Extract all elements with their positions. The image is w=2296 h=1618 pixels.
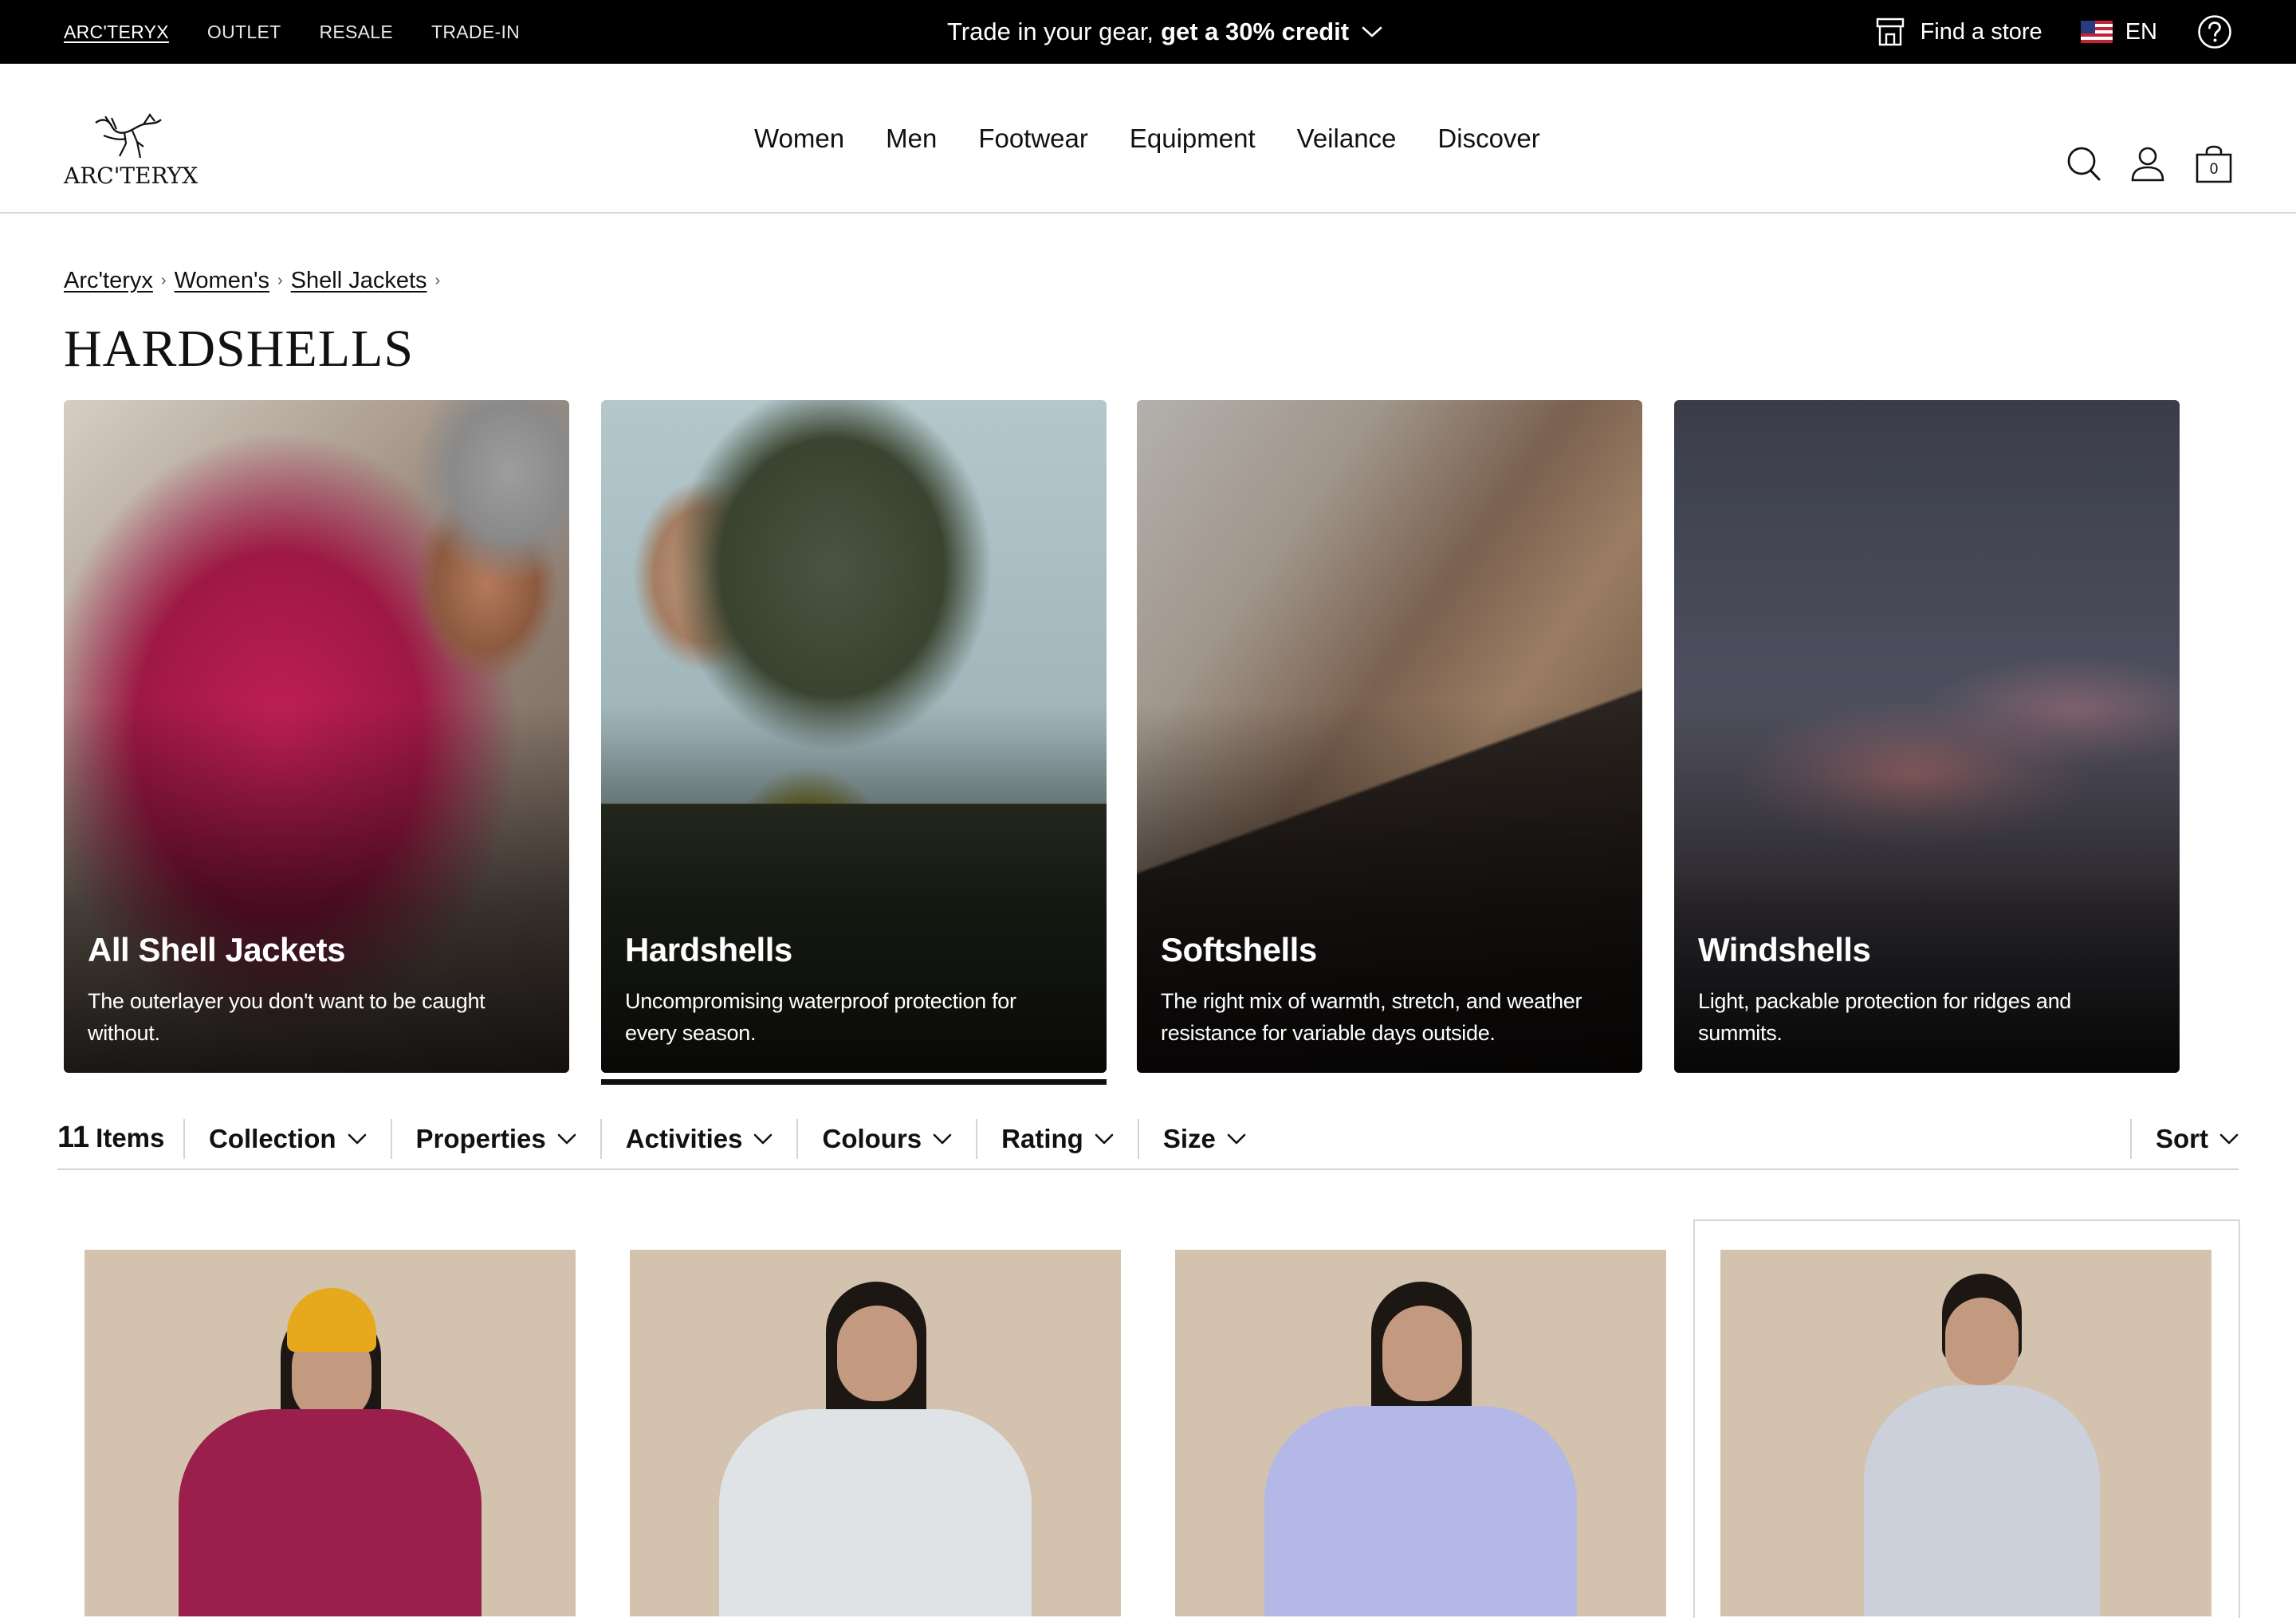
breadcrumb-shell-jackets[interactable]: Shell Jackets xyxy=(291,268,427,294)
nav-equipment[interactable]: Equipment xyxy=(1130,124,1256,154)
category-card-windshells[interactable]: Windshells Light, packable protection fo… xyxy=(1674,400,2180,1073)
page-title: HARDSHELLS xyxy=(64,320,415,378)
breadcrumb-womens[interactable]: Women's xyxy=(175,268,269,294)
find-store-label: Find a store xyxy=(1920,18,2042,45)
brand-link-resale[interactable]: RESALE xyxy=(319,22,393,43)
category-title: All Shell Jackets xyxy=(88,931,346,968)
category-title: Windshells xyxy=(1698,931,1871,968)
product-card[interactable] xyxy=(1720,1250,2211,1616)
brand-link-trade-in[interactable]: TRADE-IN xyxy=(431,22,520,43)
chevron-down-icon xyxy=(2219,1133,2239,1145)
product-hat-image xyxy=(287,1288,376,1352)
sort-button[interactable]: Sort xyxy=(2130,1119,2239,1159)
filter-label: Collection xyxy=(209,1124,336,1153)
category-description: The right mix of warmth, stretch, and we… xyxy=(1161,989,1582,1045)
utility-right: Find a store EN xyxy=(1874,0,2296,64)
item-count: 11 Items xyxy=(57,1121,164,1155)
product-card[interactable] xyxy=(85,1250,576,1616)
filter-activities[interactable]: Activities xyxy=(600,1119,797,1159)
chevron-down-icon xyxy=(754,1133,773,1145)
category-card-softshells[interactable]: Softshells The right mix of warmth, stre… xyxy=(1137,400,1642,1073)
chevron-down-icon xyxy=(1362,26,1382,37)
filter-bar: 11 Items Collection Properties Activitie… xyxy=(57,1109,2239,1170)
us-flag-icon xyxy=(2080,21,2113,43)
brand-link-arcteryx[interactable]: ARC'TERYX xyxy=(64,22,169,43)
product-image xyxy=(719,1409,1032,1616)
search-icon xyxy=(2067,147,2101,181)
filter-collection[interactable]: Collection xyxy=(183,1119,391,1159)
product-grid xyxy=(0,1219,2296,1618)
breadcrumb-separator-icon: › xyxy=(277,272,283,289)
category-card-hardshells[interactable]: Hardshells Uncompromising waterproof pro… xyxy=(601,400,1107,1073)
chevron-down-icon xyxy=(1095,1133,1114,1145)
nav-men[interactable]: Men xyxy=(886,124,937,154)
help-button[interactable] xyxy=(2197,14,2232,49)
find-store-link[interactable]: Find a store xyxy=(1874,17,2042,47)
product-card[interactable] xyxy=(1175,1250,1666,1616)
arcteryx-logo[interactable]: ARC'TERYX xyxy=(64,112,198,191)
breadcrumb-separator-icon: › xyxy=(434,272,441,289)
sort-label: Sort xyxy=(2156,1124,2208,1153)
category-carousel: All Shell Jackets The outerlayer you don… xyxy=(64,400,2264,1086)
store-icon xyxy=(1876,18,1904,46)
language-selector[interactable]: EN xyxy=(2080,18,2157,45)
product-image xyxy=(179,1409,482,1616)
cart-button[interactable]: 0 xyxy=(2194,145,2234,187)
brand-link-outlet[interactable]: OUTLET xyxy=(207,22,281,43)
chevron-down-icon xyxy=(557,1133,576,1145)
chevron-down-icon xyxy=(1227,1133,1246,1145)
category-title: Hardshells xyxy=(625,931,792,968)
category-description: Uncompromising waterproof protection for… xyxy=(625,989,1016,1045)
filter-size[interactable]: Size xyxy=(1137,1119,1270,1159)
language-label: EN xyxy=(2125,18,2157,45)
filter-rating[interactable]: Rating xyxy=(976,1119,1138,1159)
item-count-label: Items xyxy=(96,1123,165,1153)
filter-label: Colours xyxy=(822,1124,922,1153)
product-card[interactable] xyxy=(630,1250,1121,1616)
item-count-number: 11 xyxy=(57,1121,90,1154)
logo-wordmark: ARC'TERYX xyxy=(64,163,199,189)
help-icon xyxy=(2198,15,2231,49)
filter-label: Size xyxy=(1162,1124,1216,1153)
nav-discover[interactable]: Discover xyxy=(1437,124,1539,154)
archaeopteryx-logo-icon xyxy=(95,113,162,159)
promo-banner[interactable]: Trade in your gear, get a 30% credit xyxy=(947,0,1382,64)
breadcrumb-separator-icon: › xyxy=(160,272,167,289)
category-description: Light, packable protection for ridges an… xyxy=(1698,989,2072,1045)
main-nav: Women Men Footwear Equipment Veilance Di… xyxy=(754,64,1582,214)
search-button[interactable] xyxy=(2066,146,2101,187)
cart-count: 0 xyxy=(2209,161,2219,178)
nav-veilance[interactable]: Veilance xyxy=(1297,124,1397,154)
account-button[interactable] xyxy=(2130,146,2165,187)
header-actions: 0 xyxy=(2038,145,2234,187)
breadcrumb-arcteryx[interactable]: Arc'teryx xyxy=(64,268,153,294)
active-category-indicator xyxy=(601,1079,1107,1085)
user-icon xyxy=(2131,147,2164,182)
filter-properties[interactable]: Properties xyxy=(390,1119,600,1159)
utility-bar: ARC'TERYX OUTLET RESALE TRADE-IN Trade i… xyxy=(0,0,2296,64)
product-image xyxy=(1264,1406,1577,1616)
chevron-down-icon xyxy=(933,1133,952,1145)
category-card-all-shell-jackets[interactable]: All Shell Jackets The outerlayer you don… xyxy=(64,400,569,1073)
breadcrumb: Arc'teryx › Women's › Shell Jackets › xyxy=(64,268,448,294)
filter-label: Properties xyxy=(415,1124,546,1153)
product-image xyxy=(1864,1385,2100,1616)
filter-colours[interactable]: Colours xyxy=(796,1119,976,1159)
promo-bold-text: get a 30% credit xyxy=(1161,18,1350,45)
category-title: Softshells xyxy=(1161,931,1317,968)
filter-label: Activities xyxy=(625,1124,743,1153)
main-header: ARC'TERYX Women Men Footwear Equipment V… xyxy=(0,64,2296,214)
filter-list: Collection Properties Activities Colours… xyxy=(183,1119,1270,1159)
nav-women[interactable]: Women xyxy=(754,124,844,154)
chevron-down-icon xyxy=(348,1133,366,1145)
promo-text: Trade in your gear, xyxy=(947,18,1154,45)
category-description: The outerlayer you don't want to be caug… xyxy=(88,989,486,1045)
brand-links: ARC'TERYX OUTLET RESALE TRADE-IN xyxy=(64,0,558,64)
nav-footwear[interactable]: Footwear xyxy=(978,124,1088,154)
filter-label: Rating xyxy=(1001,1124,1083,1153)
